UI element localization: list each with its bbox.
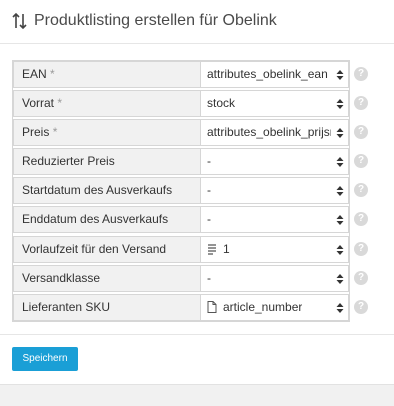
select-caret-icon xyxy=(336,128,344,138)
field-select-value: attributes_obelink_prijsnl xyxy=(207,125,331,139)
list-icon xyxy=(208,244,216,255)
form-row: Lieferanten SKU article_number xyxy=(13,294,349,321)
field-label: Vorlaufzeit für den Versand xyxy=(13,236,201,263)
field-select[interactable]: - xyxy=(201,148,349,175)
field-label-text: Versandklasse xyxy=(22,271,101,285)
file-icon xyxy=(207,301,217,313)
field-label: Startdatum des Ausverkaufs xyxy=(13,177,201,204)
form-row: EAN * attributes_obelink_ean xyxy=(13,61,349,88)
select-caret-icon xyxy=(336,245,344,255)
form-row: Versandklasse - xyxy=(13,265,349,292)
help-icon[interactable]: ? xyxy=(354,96,368,110)
field-label-text: Vorrat xyxy=(22,96,55,110)
page-title: Produktlisting erstellen für Obelink xyxy=(34,12,277,29)
field-select-value: - xyxy=(207,154,211,168)
field-select[interactable]: article_number xyxy=(201,294,349,321)
field-select[interactable]: 1 xyxy=(201,236,349,263)
field-select[interactable]: attributes_obelink_prijsnl xyxy=(201,119,349,146)
required-marker: * xyxy=(50,67,55,81)
field-label-text: Preis xyxy=(22,125,50,139)
required-marker: * xyxy=(57,96,63,110)
select-caret-icon xyxy=(336,186,344,196)
select-caret-icon xyxy=(336,70,344,80)
help-icon[interactable]: ? xyxy=(354,125,368,139)
field-label-text: Vorlaufzeit für den Versand xyxy=(22,242,167,256)
select-caret-icon xyxy=(336,274,344,284)
form-row: Reduzierter Preis - xyxy=(13,148,349,175)
required-marker: * xyxy=(52,125,58,139)
help-icon[interactable]: ? xyxy=(354,271,368,285)
field-label: Preis * xyxy=(13,119,201,146)
page-header: Produktlisting erstellen für Obelink xyxy=(0,0,394,44)
field-select[interactable]: - xyxy=(201,206,349,233)
field-select[interactable]: attributes_obelink_ean xyxy=(201,61,349,88)
field-label-text: Lieferanten SKU xyxy=(22,300,111,314)
field-select-value: stock xyxy=(207,96,236,110)
field-select-value: article_number xyxy=(223,300,303,314)
bottom-bar xyxy=(0,384,394,406)
field-label: Versandklasse xyxy=(13,265,201,292)
field-label-text: Startdatum des Ausverkaufs xyxy=(22,183,173,197)
field-label-text: Enddatum des Ausverkaufs xyxy=(22,212,169,226)
field-label-text: Reduzierter Preis xyxy=(22,154,115,168)
help-icon[interactable]: ? xyxy=(354,212,368,226)
help-icon[interactable]: ? xyxy=(354,300,368,314)
field-select-value: - xyxy=(207,212,211,226)
field-label-text: EAN xyxy=(22,67,47,81)
field-select[interactable]: - xyxy=(201,177,349,204)
sort-arrows-icon xyxy=(12,12,27,30)
footer-divider xyxy=(0,334,394,335)
help-icon[interactable]: ? xyxy=(354,154,368,168)
field-select-value: attributes_obelink_ean xyxy=(207,67,328,81)
select-caret-icon xyxy=(336,215,344,225)
field-select[interactable]: - xyxy=(201,265,349,292)
field-label: Lieferanten SKU xyxy=(13,294,201,321)
field-select-value: 1 xyxy=(223,242,230,256)
help-icon[interactable]: ? xyxy=(354,242,368,256)
help-icon[interactable]: ? xyxy=(354,183,368,197)
help-icon[interactable]: ? xyxy=(354,67,368,81)
field-label: Reduzierter Preis xyxy=(13,148,201,175)
select-caret-icon xyxy=(336,303,344,313)
form-row: Startdatum des Ausverkaufs - xyxy=(13,177,349,204)
form-row: Preis * attributes_obelink_prijsnl xyxy=(13,119,349,146)
field-label: Vorrat * xyxy=(13,90,201,117)
field-select-value: - xyxy=(207,271,211,285)
save-button[interactable]: Speichern xyxy=(12,347,78,371)
select-caret-icon xyxy=(336,157,344,167)
listing-form: EAN * attributes_obelink_ean Vorrat * stock… xyxy=(12,60,350,322)
form-row: Enddatum des Ausverkaufs - xyxy=(13,206,349,233)
field-select-value: - xyxy=(207,183,211,197)
field-label: EAN * xyxy=(13,61,201,88)
form-row: Vorlaufzeit für den Versand 1 xyxy=(13,236,349,263)
field-label: Enddatum des Ausverkaufs xyxy=(13,206,201,233)
form-row: Vorrat * stock xyxy=(13,90,349,117)
field-select[interactable]: stock xyxy=(201,90,349,117)
select-caret-icon xyxy=(336,99,344,109)
